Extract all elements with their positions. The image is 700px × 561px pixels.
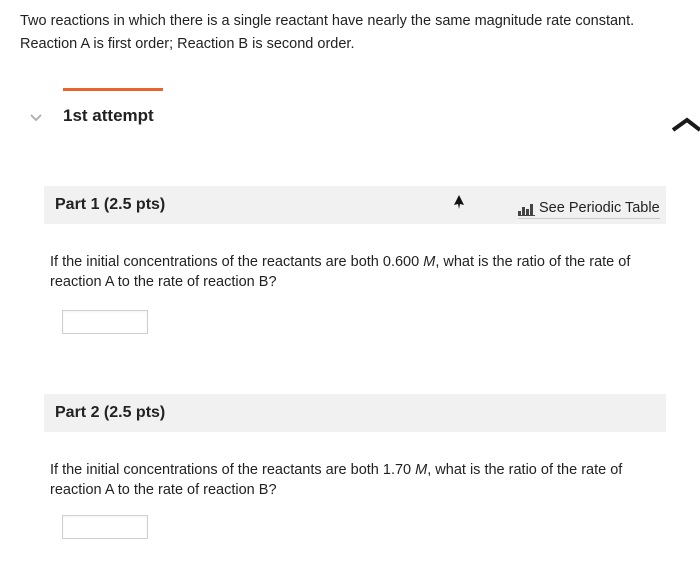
part1-question-start: If the initial concentrations of the rea… <box>50 254 424 270</box>
part2-title: Part 2 (2.5 pts) <box>55 404 166 421</box>
part2-answer-field[interactable] <box>62 515 148 539</box>
part2-unit: M <box>415 462 428 478</box>
chevron-down-icon[interactable] <box>28 110 44 126</box>
problem-intro: Two reactions in which there is a single… <box>20 13 635 52</box>
part1-unit: M <box>423 254 436 270</box>
attempt-accent-bar <box>63 88 163 91</box>
part2-answer-input[interactable] <box>63 516 147 538</box>
part1-answer-input[interactable] <box>63 311 147 333</box>
periodic-table-icon <box>518 203 535 216</box>
part2-question: If the initial concentrations of the rea… <box>50 460 670 500</box>
periodic-table-label: See Periodic Table <box>539 200 660 216</box>
mouse-cursor-icon <box>454 195 464 209</box>
part1-title: Part 1 (2.5 pts) <box>55 196 166 213</box>
part1-answer-field[interactable] <box>62 310 148 334</box>
part1-question: If the initial concentrations of the rea… <box>50 252 670 292</box>
part2-header: Part 2 (2.5 pts) <box>44 394 666 432</box>
see-periodic-table-link[interactable]: See Periodic Table <box>518 198 660 219</box>
expand-arrow-icon[interactable] <box>670 108 700 138</box>
attempt-label: 1st attempt <box>63 106 154 125</box>
part2-question-start: If the initial concentrations of the rea… <box>50 462 416 478</box>
